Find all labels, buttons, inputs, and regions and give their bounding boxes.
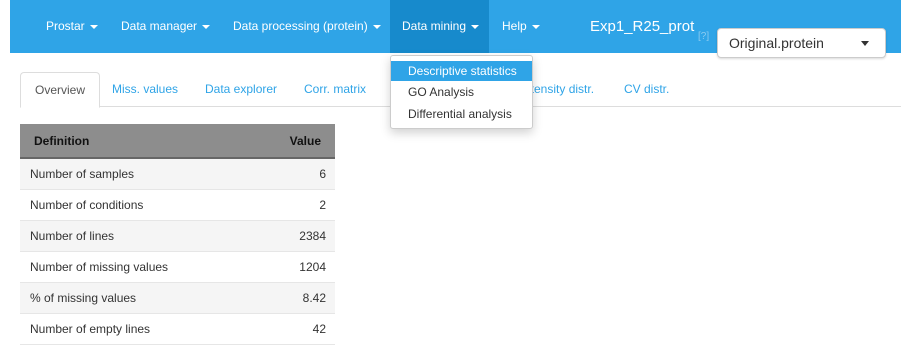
table-row: Number of empty lines 42 — [20, 313, 335, 345]
caret-down-icon — [531, 24, 540, 29]
table-header-row: Definition Value — [20, 124, 335, 159]
tab-intensity-distr[interactable]: ntensity distr. — [524, 72, 594, 107]
dataset-select[interactable]: Original.protein — [717, 28, 886, 58]
row-definition: Number of samples — [20, 158, 262, 190]
nav-menu-label: Data manager — [121, 19, 198, 33]
data-mining-dropdown-menu: Descriptive statistics GO Analysis Diffe… — [390, 55, 533, 129]
row-value: 2 — [261, 189, 335, 221]
nav-menu-label: Data mining — [402, 19, 467, 33]
row-value: 2384 — [261, 220, 335, 252]
caret-down-icon — [372, 24, 381, 29]
descriptive-statistics-table: Definition Value Number of samples 6 Num… — [20, 124, 335, 345]
caret-down-icon — [861, 41, 869, 46]
dataset-title: Exp1_R25_prot — [590, 18, 695, 35]
column-header-value[interactable]: Value — [261, 124, 335, 159]
nav-menu-data-processing[interactable]: Data processing (protein) — [233, 0, 381, 53]
top-navbar: Prostar Data manager Data processing (pr… — [10, 0, 901, 58]
row-definition: % of missing values — [20, 282, 262, 314]
nav-menu-data-mining[interactable]: Data mining — [390, 0, 489, 53]
nav-menu-prostar[interactable]: Prostar — [46, 0, 98, 53]
dataset-select-value: Original.protein — [729, 35, 824, 51]
tab-miss-values[interactable]: Miss. values — [112, 72, 178, 107]
nav-menu-label: Help — [502, 19, 527, 33]
caret-down-icon — [89, 24, 98, 29]
caret-down-icon — [471, 24, 480, 29]
column-header-definition[interactable]: Definition — [20, 124, 262, 159]
tab-data-explorer[interactable]: Data explorer — [205, 72, 277, 107]
row-definition: Number of conditions — [20, 189, 262, 221]
menu-item-go-analysis[interactable]: GO Analysis — [391, 82, 532, 102]
row-definition: Number of missing values — [20, 251, 262, 283]
row-definition: Number of empty lines — [20, 313, 262, 345]
caret-down-icon — [202, 24, 211, 29]
table-row: Number of missing values 1204 — [20, 251, 335, 283]
nav-menu-label: Data processing (protein) — [233, 19, 368, 33]
row-value: 1204 — [261, 251, 335, 283]
tab-overview[interactable]: Overview — [20, 72, 101, 108]
menu-item-differential-analysis[interactable]: Differential analysis — [391, 104, 532, 124]
nav-menu-label: Prostar — [46, 19, 85, 33]
nav-menu-data-manager[interactable]: Data manager — [121, 0, 211, 53]
menu-item-descriptive-statistics[interactable]: Descriptive statistics — [391, 61, 532, 81]
table-row: Number of samples 6 — [20, 158, 335, 190]
row-value: 6 — [261, 158, 335, 190]
table-row: Number of conditions 2 — [20, 189, 335, 221]
help-link[interactable]: [?] — [698, 31, 709, 42]
nav-menu-help[interactable]: Help — [502, 0, 540, 53]
row-definition: Number of lines — [20, 220, 262, 252]
tab-cv-distr[interactable]: CV distr. — [624, 72, 669, 107]
tab-corr-matrix[interactable]: Corr. matrix — [304, 72, 366, 107]
table-row: Number of lines 2384 — [20, 220, 335, 252]
row-value: 8.42 — [261, 282, 335, 314]
table-row: % of missing values 8.42 — [20, 282, 335, 314]
row-value: 42 — [261, 313, 335, 345]
